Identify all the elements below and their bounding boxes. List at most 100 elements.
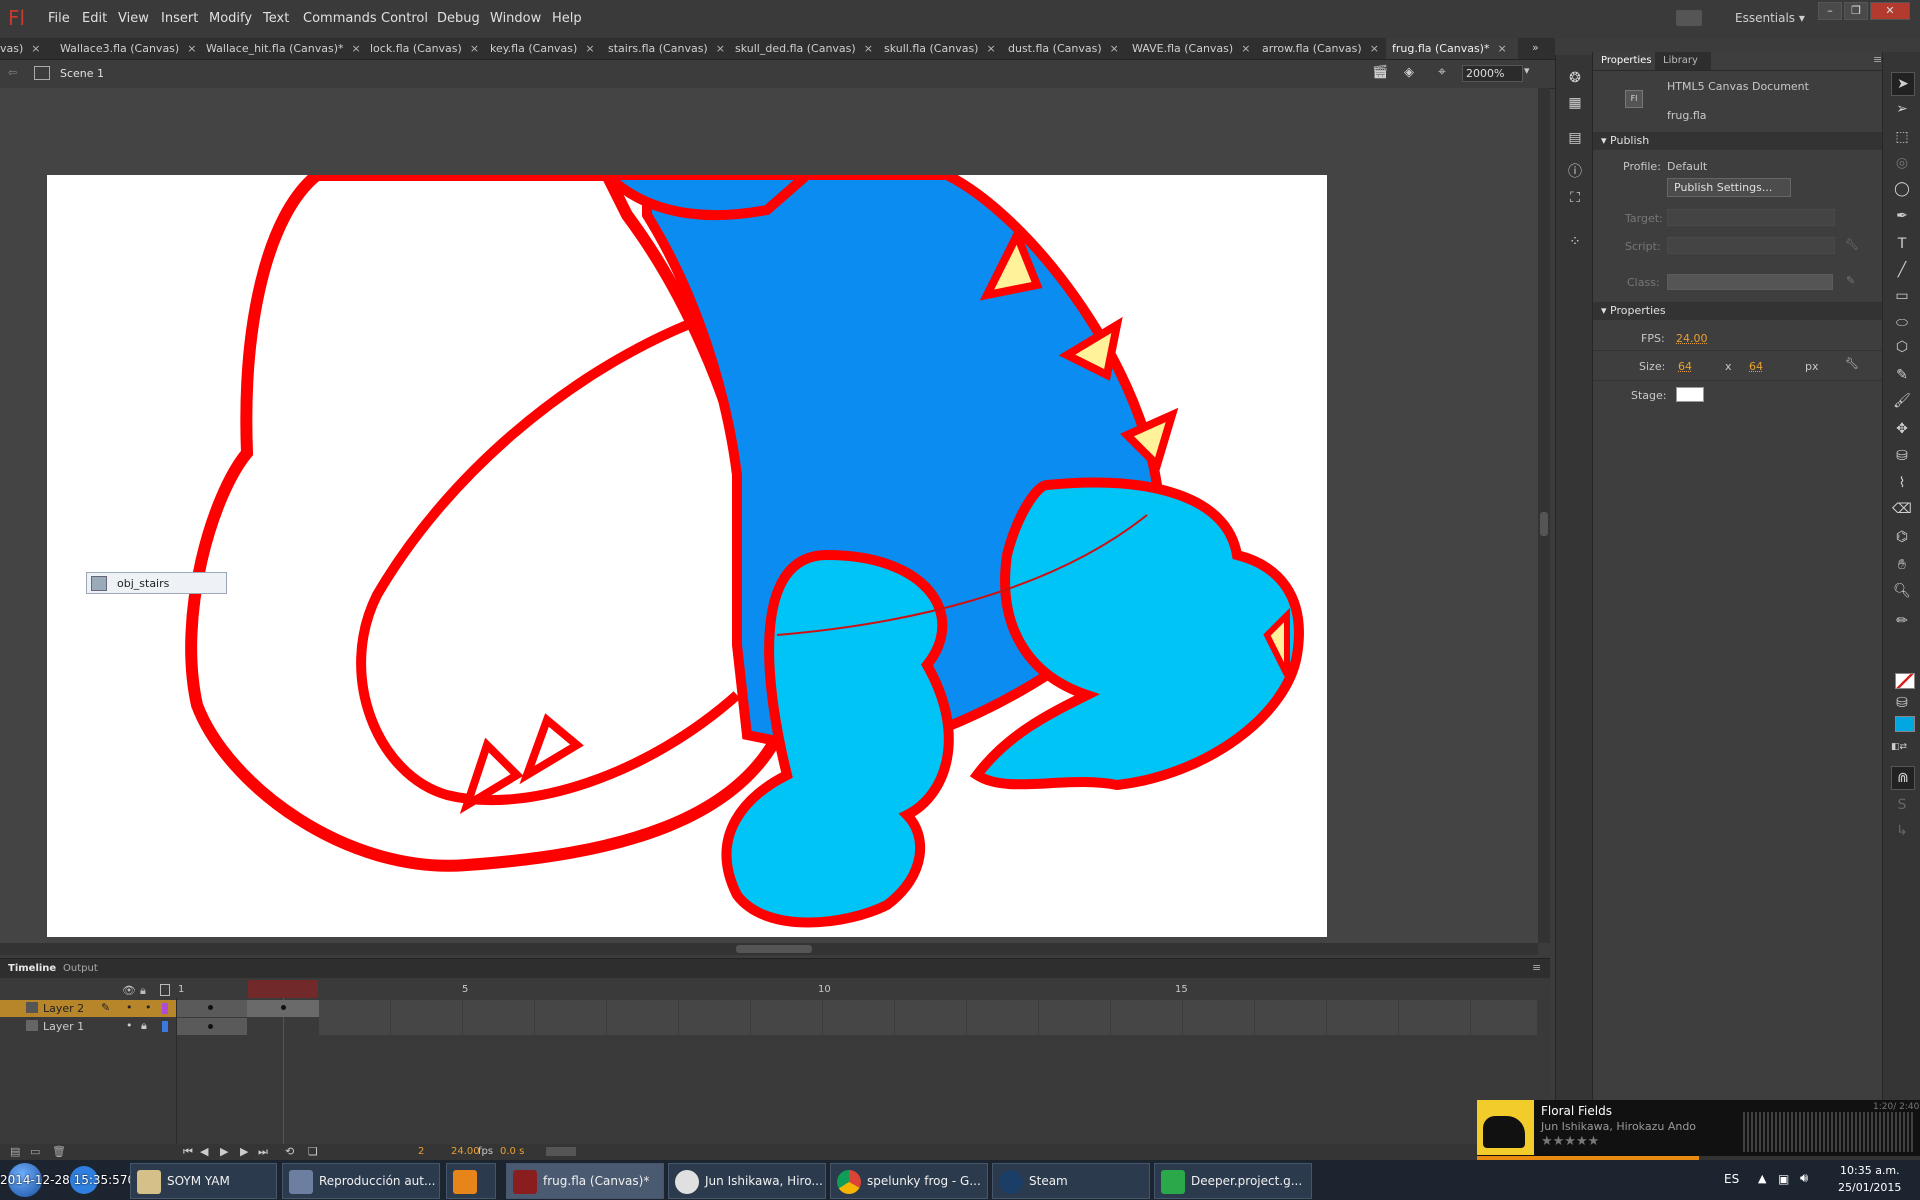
align-icon[interactable]: ▦	[1564, 92, 1586, 114]
clock-date[interactable]: 25/01/2015	[1838, 1181, 1901, 1194]
edit-scene-icon[interactable]: 🎬︎	[1372, 65, 1389, 80]
components-icon[interactable]: ⛶	[1564, 187, 1586, 209]
new-layer-icon[interactable]: ▤	[10, 1145, 20, 1158]
stroke-color-icon[interactable]: ✏	[1891, 610, 1913, 632]
target-dropdown[interactable]	[1667, 209, 1835, 226]
back-arrow-icon[interactable]: ⇦	[8, 66, 17, 79]
line-tool-icon[interactable]: ╱	[1891, 259, 1913, 281]
frame-grid[interactable]	[177, 1000, 1537, 1040]
width-value[interactable]: 64	[1678, 360, 1692, 373]
motion-presets-icon[interactable]: ❂	[1564, 67, 1586, 89]
tab-doc-active[interactable]: frug.fla (Canvas)* ×	[1386, 38, 1518, 59]
menu-view[interactable]: View	[118, 11, 149, 26]
snap-magnet-icon[interactable]: ⋒	[1891, 766, 1915, 790]
chevron-down-icon[interactable]: ▾	[1524, 64, 1530, 77]
close-icon[interactable]: ×	[1370, 42, 1379, 55]
scene-label[interactable]: Scene 1	[60, 67, 104, 80]
center-stage-icon[interactable]: ⌖	[1438, 64, 1446, 80]
tab-doc-9[interactable]: WAVE.fla (Canvas) ×	[1126, 38, 1250, 59]
sync-settings-icon[interactable]	[1676, 10, 1702, 26]
rating-stars[interactable]: ★★★★★	[1541, 1134, 1599, 1149]
visibility-dot[interactable]: •	[126, 1001, 133, 1014]
tab-output[interactable]: Output	[63, 963, 98, 974]
step-back-icon[interactable]: ◀	[200, 1145, 208, 1158]
fill-color-swatch[interactable]	[1895, 716, 1915, 732]
close-icon[interactable]: ×	[1110, 42, 1119, 55]
bone-tool-icon[interactable]: ✥	[1891, 418, 1913, 440]
free-transform-tool-icon[interactable]: ⬚	[1891, 126, 1913, 148]
close-icon[interactable]: ×	[864, 42, 873, 55]
scroll-thumb[interactable]	[1540, 512, 1548, 536]
stage-color-swatch[interactable]	[1676, 387, 1704, 402]
close-icon[interactable]: ×	[716, 42, 725, 55]
layer-name[interactable]: Layer 2	[43, 1002, 84, 1015]
task-soym-yam[interactable]: SOYM YAM	[130, 1163, 277, 1199]
playhead-handle[interactable]	[248, 980, 318, 998]
pencil-icon[interactable]: ✎	[1846, 274, 1855, 287]
transform-icon[interactable]: ▤	[1564, 127, 1586, 149]
layer-color-swatch[interactable]	[162, 1003, 168, 1014]
panel-menu-icon[interactable]: ≡	[1532, 961, 1541, 974]
last-frame-icon[interactable]: ⏭	[258, 1145, 268, 1159]
pencil-tool-icon[interactable]: ✎	[1891, 364, 1913, 386]
eyedropper-tool-icon[interactable]: ⌇	[1891, 472, 1913, 494]
lock-icon[interactable]: 🔒︎	[140, 984, 146, 998]
tab-doc-7[interactable]: skull.fla (Canvas) ×	[878, 38, 996, 59]
first-frame-icon[interactable]: ⏮	[183, 1145, 193, 1159]
layer-color-swatch[interactable]	[162, 1021, 168, 1032]
script-dropdown[interactable]	[1667, 237, 1835, 254]
menu-window[interactable]: Window	[490, 11, 541, 26]
tab-doc-10[interactable]: arrow.fla (Canvas) ×	[1256, 38, 1379, 59]
current-frame[interactable]: 2	[418, 1146, 424, 1157]
tab-doc-4[interactable]: key.fla (Canvas) ×	[484, 38, 595, 59]
fill-color-icon[interactable]: ⛁	[1891, 692, 1913, 714]
stage-canvas[interactable]	[47, 175, 1327, 937]
wrench-icon[interactable]: 🔧︎	[1845, 238, 1859, 251]
close-icon[interactable]: ×	[585, 42, 594, 55]
menu-commands[interactable]: Commands	[303, 11, 377, 26]
layer-row-1[interactable]: Layer 1 • 🔒︎	[0, 1018, 177, 1035]
play-icon[interactable]: ▶	[220, 1145, 228, 1158]
swatches-icon[interactable]: ⁘	[1564, 231, 1586, 253]
task-reproduccion[interactable]: Reproducción aut...	[282, 1163, 440, 1199]
step-forward-icon[interactable]: ▶	[240, 1145, 248, 1158]
close-icon[interactable]: ×	[31, 42, 40, 55]
tab-library[interactable]: Library	[1655, 52, 1711, 70]
menu-edit[interactable]: Edit	[82, 11, 107, 26]
loop-icon[interactable]: ⟲	[285, 1145, 294, 1158]
timeline-fps[interactable]: 24.00	[451, 1146, 480, 1157]
task-media-player[interactable]	[446, 1163, 496, 1199]
clock-time[interactable]: 10:35 a.m.	[1840, 1164, 1900, 1177]
close-icon[interactable]: ×	[187, 42, 196, 55]
eye-icon[interactable]: 👁︎	[122, 984, 136, 997]
zoom-field[interactable]: 2000%	[1462, 65, 1523, 82]
menu-insert[interactable]: Insert	[161, 11, 198, 26]
menu-modify[interactable]: Modify	[209, 11, 252, 26]
menu-control[interactable]: Control	[381, 11, 428, 26]
volume-icon[interactable]: 🔊︎	[1800, 1171, 1808, 1186]
visibility-dot[interactable]: •	[126, 1019, 133, 1032]
zoom-tool-icon[interactable]: 🔍︎	[1891, 580, 1913, 602]
outline-icon[interactable]	[160, 984, 170, 996]
task-steam[interactable]: Steam	[992, 1163, 1150, 1199]
panel-menu-icon[interactable]: ≡	[1873, 53, 1882, 66]
lock-icon[interactable]: 🔒︎	[141, 1019, 147, 1033]
stroke-color-swatch[interactable]	[1895, 673, 1915, 689]
new-folder-icon[interactable]: ▭	[30, 1145, 40, 1158]
close-icon[interactable]: ×	[470, 42, 479, 55]
lock-dot[interactable]: •	[145, 1001, 152, 1014]
timeline-scroll-thumb[interactable]	[546, 1147, 576, 1156]
tab-doc-3[interactable]: lock.fla (Canvas) ×	[364, 38, 479, 59]
3d-rotation-tool-icon[interactable]: ◎	[1891, 152, 1913, 174]
tab-doc-0[interactable]: vas) ×	[0, 38, 41, 59]
layer-row-2[interactable]: Layer 2 ✎ • •	[0, 1000, 177, 1017]
close-icon[interactable]: ×	[352, 42, 361, 55]
camera-tool-icon[interactable]: ⌬	[1891, 526, 1913, 548]
tab-doc-8[interactable]: dust.fla (Canvas) ×	[1002, 38, 1119, 59]
workspace-switcher[interactable]: Essentials ▾	[1735, 11, 1805, 25]
onion-skin-icon[interactable]: ❏	[308, 1145, 318, 1158]
tab-properties[interactable]: Properties	[1593, 52, 1655, 70]
edit-symbols-icon[interactable]: ◈	[1404, 65, 1414, 80]
tab-overflow-icon[interactable]: »	[1532, 41, 1539, 54]
network-icon[interactable]: ▣	[1778, 1172, 1789, 1186]
